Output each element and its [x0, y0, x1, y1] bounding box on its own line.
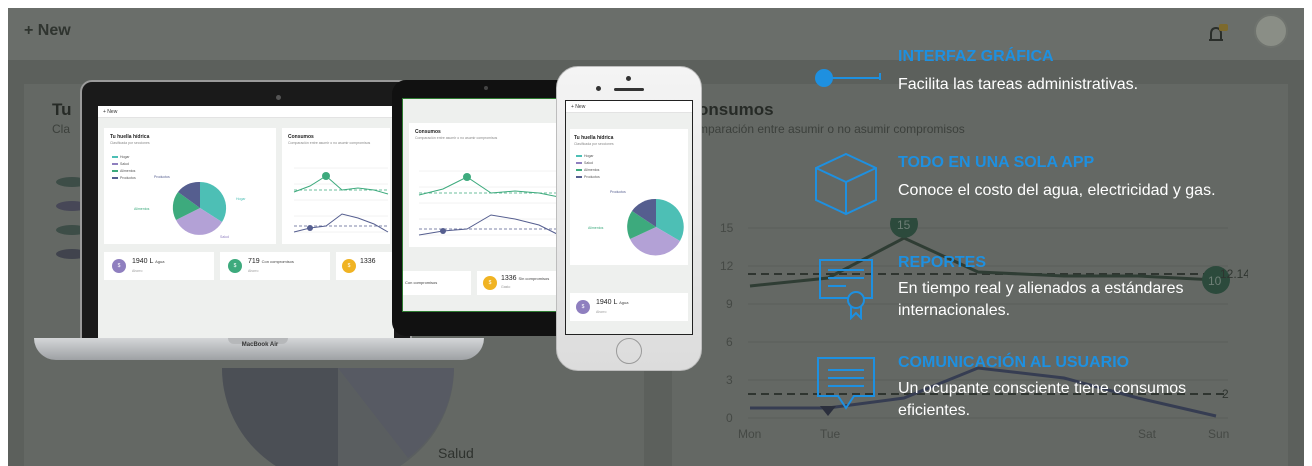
- x-tick: Mon: [738, 427, 761, 441]
- hero-banner: + New Tu Cla onsumos mparación entre asu…: [8, 8, 1304, 466]
- mini-topbar: + New: [98, 106, 394, 118]
- stat-unit: Con compromisos: [405, 280, 438, 285]
- message-icon: [817, 357, 875, 410]
- svg-text:Salud: Salud: [584, 161, 593, 165]
- mini-topbar: + New: [566, 101, 692, 113]
- y-tick: 6: [726, 335, 733, 349]
- dollar-icon: $: [112, 259, 126, 273]
- stat-card: Con compromisos: [403, 271, 471, 295]
- feature-desc: Un ocupante consciente tiene consumos ef…: [898, 380, 1187, 419]
- y-tick: 3: [726, 373, 733, 387]
- tablet-screen: Consumos Comparación entre asumir o no a…: [402, 98, 570, 312]
- consumos-line-chart: [418, 170, 560, 236]
- phone-speaker: [614, 88, 644, 91]
- stat-label: Ahorro: [596, 310, 607, 314]
- stat-value: 719 Con compromisos: [248, 258, 294, 265]
- stat-value: 1336: [360, 258, 376, 265]
- feature-desc: Facilita las tareas administrativas.: [898, 76, 1139, 93]
- consumos-title-bg: onsumos: [698, 100, 774, 119]
- svg-text:Alimentos: Alimentos: [134, 207, 150, 211]
- svg-text:Productos: Productos: [120, 176, 136, 180]
- stat-card: $ 1940 L Agua Ahorro: [570, 293, 688, 321]
- stat-value: 1940 L Agua: [132, 258, 165, 265]
- y-tick: 9: [726, 297, 733, 311]
- dashboard-topbar: [8, 8, 1304, 60]
- huella-pie-chart: Hogar Salud Alimentos Productos Producto…: [576, 154, 684, 256]
- svg-text:Hogar: Hogar: [120, 155, 130, 159]
- feature-title: COMUNICACIÓN AL USUARIO: [898, 354, 1130, 371]
- stat-card: $ 1336 Sin compromisos Gasto: [477, 271, 565, 295]
- dollar-icon: $: [342, 259, 356, 273]
- stat-card: $ 719 Con compromisos Ahorro: [220, 252, 330, 280]
- svg-text:Productos: Productos: [584, 175, 600, 179]
- svg-text:Alimentos: Alimentos: [588, 226, 604, 230]
- pie-bg: [222, 368, 454, 466]
- x-tick: Sat: [1138, 427, 1157, 441]
- phone-camera: [626, 76, 631, 81]
- phone-screen: + New Tu huella hídrica Clasificada por …: [565, 100, 693, 335]
- laptop-brand: MacBook Air: [241, 342, 279, 348]
- tablet-camera: [484, 86, 488, 90]
- certificate-icon: [819, 259, 873, 320]
- pie-label-salud-bg: Salud: [438, 445, 474, 461]
- y-tick: 0: [726, 411, 733, 425]
- dollar-icon: $: [483, 276, 497, 290]
- svg-text:Salud: Salud: [120, 162, 129, 166]
- cube-icon: [815, 152, 877, 216]
- huella-pie-chart: Hogar Salud Alimentos Productos Producto…: [112, 155, 246, 239]
- feature-desc: Conoce el costo del agua, electricidad y…: [898, 182, 1216, 199]
- stat-value: 1336 Sin compromisos: [501, 275, 550, 282]
- y-tick: 12: [720, 259, 734, 273]
- y-tick: 15: [720, 221, 734, 235]
- svg-text:Hogar: Hogar: [584, 154, 594, 158]
- svg-text:Productos: Productos: [154, 175, 170, 179]
- huella-title-bg: Tu: [52, 100, 72, 119]
- consumos-card: Consumos Comparación entre asumir o no a…: [409, 123, 563, 247]
- laptop-screen: + New Tu huella hídrica Clasificada por …: [98, 106, 394, 338]
- svg-text:Hogar: Hogar: [236, 197, 246, 201]
- consumos-subtitle-bg: mparación entre asumir o no asumir compr…: [698, 122, 965, 136]
- consumos-card: Consumos Comparación entre asumir o no a…: [282, 128, 390, 244]
- feature-title: REPORTES: [898, 254, 987, 271]
- huella-subtitle-bg: Cla: [52, 122, 71, 136]
- stat-card: $ 1940 L Agua Ahorro: [104, 252, 214, 280]
- huella-card: Tu huella hídrica Clasificada por seccio…: [104, 128, 276, 244]
- dollar-icon: $: [228, 259, 242, 273]
- x-tick: Sun: [1208, 427, 1229, 441]
- point-label: 15: [897, 218, 911, 232]
- feature-title: TODO EN UNA SOLA APP: [898, 154, 1095, 171]
- svg-text:Productos: Productos: [610, 190, 626, 194]
- svg-text:Alimentos: Alimentos: [120, 169, 136, 173]
- bell-icon[interactable]: [1204, 22, 1230, 48]
- feature-title: INTERFAZ GRÁFICA: [898, 48, 1054, 65]
- huella-card: Tu huella hídrica Clasificada por seccio…: [570, 129, 688, 265]
- dollar-icon: $: [576, 300, 590, 314]
- stat-label: Ahorro: [248, 269, 259, 273]
- svg-text:Salud: Salud: [220, 235, 229, 239]
- laptop-camera: [276, 95, 281, 100]
- slider-icon: [815, 69, 881, 87]
- stat-card: $ 1336: [336, 252, 394, 280]
- stat-value: 1940 L Agua: [596, 299, 629, 306]
- x-tick: Tue: [820, 427, 841, 441]
- stat-label: Ahorro: [132, 269, 143, 273]
- feature-desc: En tiempo real y alienados a estándares …: [898, 280, 1184, 319]
- new-button[interactable]: + New: [24, 22, 71, 40]
- point-label: 2: [1222, 387, 1229, 401]
- phone-sensor: [596, 86, 601, 91]
- avatar[interactable]: [1254, 14, 1288, 48]
- svg-text:Alimentos: Alimentos: [584, 168, 600, 172]
- stat-label: Gasto: [501, 285, 511, 289]
- phone-home-button: [616, 338, 642, 364]
- consumos-line-chart: [293, 167, 389, 233]
